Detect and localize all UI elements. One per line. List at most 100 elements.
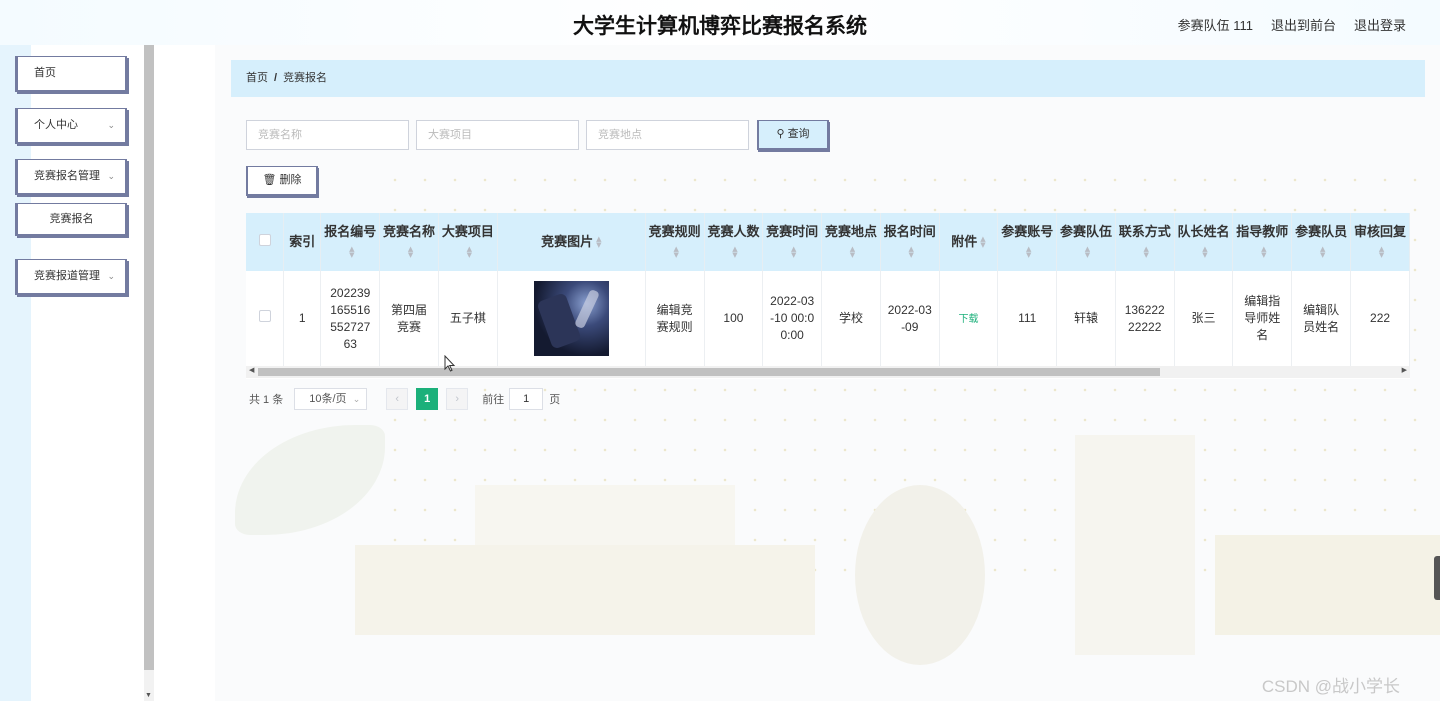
column-header[interactable]: 竞赛图片 ▲ ▼ [497,213,646,271]
sidebar-item-label: 个人中心 [34,119,78,131]
current-user: 参赛队伍 111 [1177,18,1253,33]
goto-page-input[interactable] [509,388,544,410]
chevron-left-icon: ‹ [395,393,400,405]
chevron-down-icon: ⌄ [107,271,115,281]
column-header[interactable]: 竞赛地点▲ ▼ [821,213,881,271]
sort-icon[interactable]: ▲ ▼ [1085,245,1090,258]
next-page-button[interactable]: › [446,388,469,410]
pagination: 共 1 条 10条/页 ⌄ ‹ 1 › 前往 页 [249,388,560,410]
select-all-checkbox[interactable] [258,233,271,246]
page-size-select[interactable]: 10条/页 ⌄ [294,388,368,410]
column-header[interactable]: 联系方式▲ ▼ [1115,213,1175,271]
cell-captain: 张三 [1174,271,1234,368]
sort-icon[interactable]: ▲ ▼ [1379,245,1384,258]
cell-index: 1 [283,271,322,368]
cell-reg-no: 20223916551655272763 [320,271,381,368]
sort-icon[interactable]: ▲ ▼ [1261,245,1266,258]
column-header[interactable]: 参赛队伍▲ ▼ [1056,213,1116,271]
competition-project-input[interactable] [416,120,579,150]
column-header[interactable]: 大赛项目▲ ▼ [438,213,498,271]
column-header[interactable]: 审核回复▲ ▼ [1350,213,1410,271]
sort-icon[interactable]: ▲ ▼ [791,245,796,258]
competition-location-input[interactable] [586,120,749,150]
cell-count: 100 [704,271,764,368]
watermark: CSDN @战小学长 [1261,677,1400,696]
sidebar-item-label: 竞赛报名 [49,213,94,225]
sidebar-item-label: 竞赛报名管理 [34,170,100,182]
sidebar-item-report-management[interactable]: 竞赛报道管理 ⌄ [15,259,127,295]
sort-icon[interactable]: ▲ ▼ [408,245,413,258]
sort-icon[interactable]: ▲ ▼ [1026,245,1031,258]
competition-name-input[interactable] [246,120,409,150]
column-header[interactable]: 竞赛规则▲ ▼ [645,213,705,271]
background-shape [355,545,815,635]
sort-icon[interactable]: ▲ ▼ [596,236,601,249]
sidebar-item-label: 竞赛报道管理 [34,270,100,282]
row-checkbox[interactable] [258,310,271,323]
sort-icon[interactable]: ▲ ▼ [732,245,737,258]
column-header[interactable]: 竞赛名称▲ ▼ [379,213,439,271]
table-header-row: 索引 报名编号▲ ▼ 竞赛名称▲ ▼ 大赛项目▲ ▼ 竞赛图片 ▲ ▼ 竞赛规则▲ ▼ 竞赛… [246,213,1410,271]
trash-icon: 🗑 [262,174,277,186]
sort-icon[interactable]: ▲ ▼ [1144,245,1149,258]
column-header[interactable]: 报名编号▲ ▼ [320,213,381,271]
scroll-left-icon[interactable]: ◀ [249,366,254,374]
sidebar-subitem-registration[interactable]: 竞赛报名 [15,203,127,236]
back-to-front-link[interactable]: 退出到前台 [1271,15,1336,34]
sort-icon[interactable]: ▲ ▼ [673,245,678,258]
header: 大学生计算机博弈比赛报名系统 参赛队伍 111 退出到前台 退出登录 [0,0,1440,45]
sort-icon[interactable]: ▲ ▼ [1320,245,1325,258]
column-header[interactable]: 报名时间▲ ▼ [880,213,940,271]
logout-link[interactable]: 退出登录 [1354,15,1406,34]
column-header[interactable]: 指导教师▲ ▼ [1232,213,1293,271]
download-link[interactable]: 下载 [958,314,978,325]
sort-icon[interactable]: ▲ ▼ [349,245,354,258]
column-header[interactable]: 队长姓名▲ ▼ [1174,213,1234,271]
side-panel-handle[interactable] [1434,556,1440,600]
table-row: 1 20223916551655272763 第四届竞赛 五子棋 编辑竞赛规则 … [246,271,1410,368]
prev-page-button[interactable]: ‹ [386,388,409,410]
chevron-down-icon: ⌄ [107,120,115,130]
search-icon: ⚲ [776,128,785,140]
scroll-right-icon[interactable]: ▶ [1402,366,1407,374]
delete-button[interactable]: 🗑 删除 [246,166,318,196]
query-button[interactable]: ⚲ 查询 [757,120,829,150]
breadcrumb-home[interactable]: 首页 [246,72,268,84]
sort-icon[interactable]: ▲ ▼ [980,236,985,249]
sort-icon[interactable]: ▲ ▼ [850,245,855,258]
column-header[interactable]: 参赛账号▲ ▼ [997,213,1058,271]
breadcrumb: 首页 / 竞赛报名 [231,60,1425,97]
cell-teacher: 编辑指导师姓名 [1232,271,1293,368]
sort-icon[interactable]: ▲ ▼ [909,245,914,258]
sidebar-scrollbar[interactable]: ▼ [144,45,154,701]
sidebar-item-personal-center[interactable]: 个人中心 ⌄ [15,108,127,144]
scrollbar-thumb[interactable] [144,45,154,670]
cell-attachment: 下载 [939,271,999,368]
cell-name: 第四届竞赛 [379,271,439,368]
page-number-current[interactable]: 1 [416,388,439,410]
column-header[interactable]: 附件 ▲ ▼ [939,213,999,271]
plant-decoration [235,425,385,535]
column-header[interactable]: 参赛队员▲ ▼ [1291,213,1352,271]
sort-icon[interactable]: ▲ ▼ [467,245,472,258]
query-button-label: 查询 [787,128,810,140]
cell-reg-time: 2022-03-09 [880,271,940,368]
scrollbar-thumb[interactable] [258,368,1160,376]
cell-account: 111 [997,271,1058,368]
select-all-header [246,213,285,271]
sidebar-item-label: 首页 [34,67,56,79]
page-size-value: 10条/页 [309,393,347,405]
scroll-down-icon[interactable]: ▼ [145,692,152,699]
background-shape [1215,535,1440,635]
sidebar-item-registration-management[interactable]: 竞赛报名管理 ⌄ [15,159,127,195]
delete-button-label: 删除 [279,174,302,186]
column-header[interactable]: 竞赛人数▲ ▼ [704,213,764,271]
column-header[interactable]: 竞赛时间▲ ▼ [762,213,823,271]
table-horizontal-scrollbar[interactable]: ◀ ▶ [246,366,1410,378]
sort-icon[interactable]: ▲ ▼ [1202,245,1207,258]
sidebar-item-home[interactable]: 首页 [15,56,127,92]
cell-time: 2022-03-10 00:00:00 [762,271,823,368]
competition-image[interactable] [533,281,609,357]
cell-members: 编辑队员姓名 [1291,271,1352,368]
registration-table: 索引 报名编号▲ ▼ 竞赛名称▲ ▼ 大赛项目▲ ▼ 竞赛图片 ▲ ▼ 竞赛规则▲ ▼ 竞赛… [246,213,1410,379]
